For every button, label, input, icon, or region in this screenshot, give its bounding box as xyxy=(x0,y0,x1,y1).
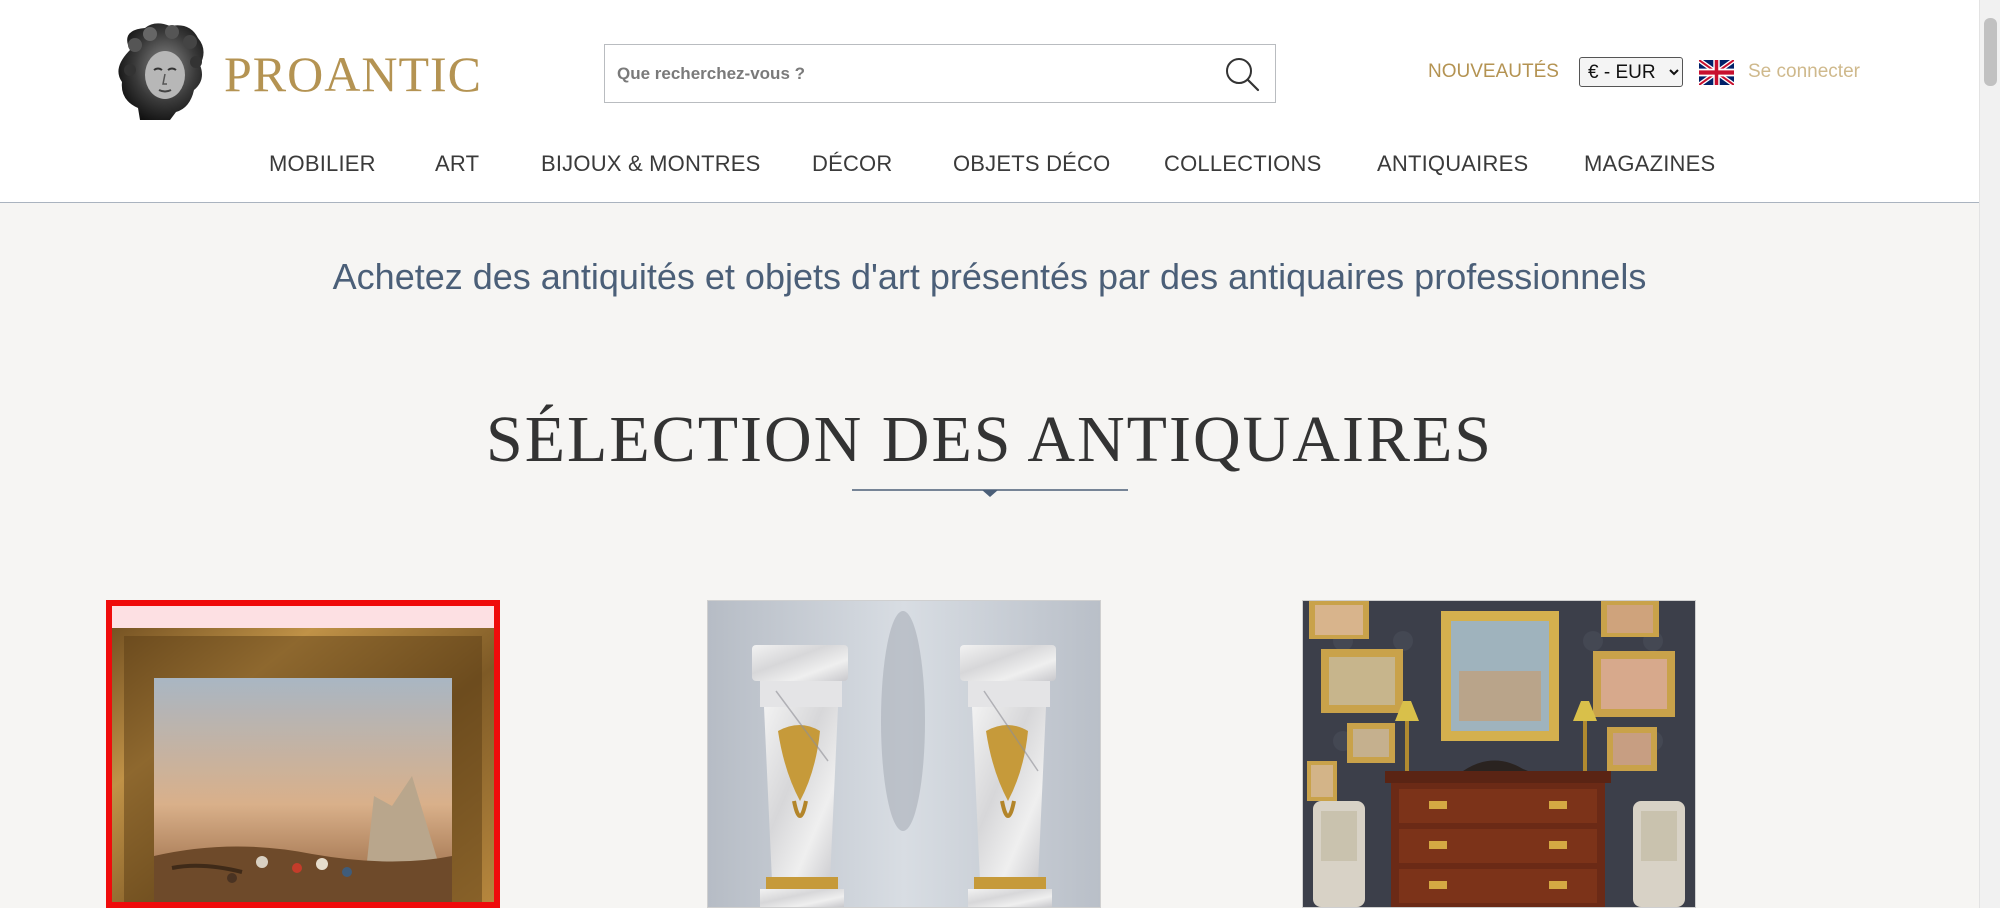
page-tagline: Achetez des antiquités et objets d'art p… xyxy=(332,256,1647,297)
nav-item-magazines[interactable]: MAGAZINES xyxy=(1584,150,1715,178)
scrollbar-thumb[interactable] xyxy=(1984,18,1997,86)
page-scrollbar[interactable] xyxy=(1979,0,2000,908)
uk-flag-icon[interactable] xyxy=(1699,60,1734,85)
product-card-showroom[interactable] xyxy=(1302,600,1696,908)
product-card-pedestals[interactable] xyxy=(707,600,1101,908)
nav-item-antiquaires[interactable]: ANTIQUAIRES xyxy=(1377,150,1528,178)
main-nav: MOBILIER ART BIJOUX & MONTRES DÉCOR OBJE… xyxy=(0,150,1979,180)
nav-item-mobilier[interactable]: MOBILIER xyxy=(269,150,376,178)
login-link[interactable]: Se connecter xyxy=(1748,60,1860,84)
product-card-painting[interactable] xyxy=(106,600,500,908)
nav-item-collections[interactable]: COLLECTIONS xyxy=(1164,150,1321,178)
nav-item-decor[interactable]: DÉCOR xyxy=(812,150,892,178)
logo-bust-icon[interactable] xyxy=(110,20,210,122)
title-divider xyxy=(852,489,1128,497)
pedestals-image[interactable] xyxy=(708,601,1100,907)
search-icon[interactable] xyxy=(1223,55,1261,93)
selection-highlight xyxy=(112,606,494,628)
new-arrivals-link[interactable]: NOUVEAUTÉS xyxy=(1428,60,1559,84)
search-input[interactable] xyxy=(605,45,1205,102)
nav-item-bijoux-montres[interactable]: BIJOUX & MONTRES xyxy=(541,150,761,178)
painting-image[interactable] xyxy=(112,606,494,908)
nav-item-objets-deco[interactable]: OBJETS DÉCO xyxy=(953,150,1110,178)
search-box xyxy=(604,44,1276,103)
nav-item-art[interactable]: ART xyxy=(435,150,479,178)
currency-select[interactable]: € - EUR xyxy=(1579,57,1683,87)
brand-logo-text[interactable]: PROANTIC xyxy=(224,44,482,104)
section-title: SÉLECTION DES ANTIQUAIRES xyxy=(486,403,1493,476)
showroom-image[interactable] xyxy=(1303,601,1695,907)
site-header: PROANTIC NOUVEAUTÉS € - EUR Se connecter… xyxy=(0,0,1979,203)
